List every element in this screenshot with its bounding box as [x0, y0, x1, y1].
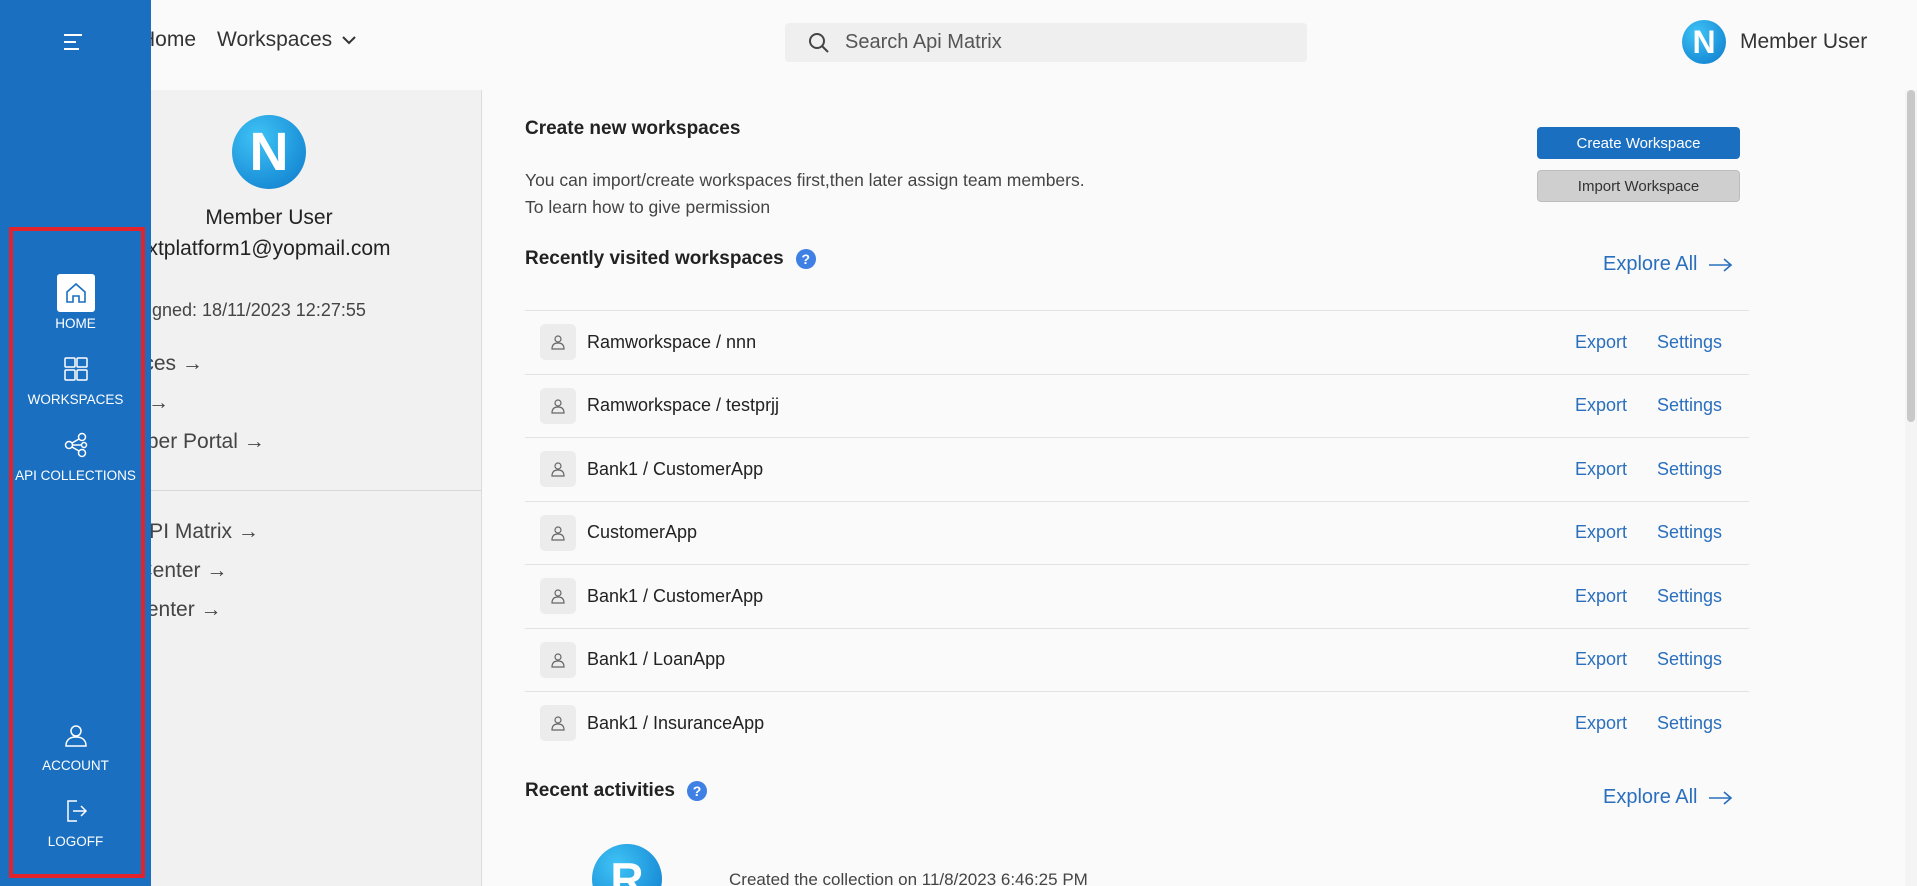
- recent-activities-title: Recent activities ?: [525, 780, 707, 802]
- workspace-name[interactable]: Ramworkspace / testprjj: [587, 395, 779, 416]
- user-icon: [551, 462, 565, 477]
- workspace-name[interactable]: Bank1 / CustomerApp: [587, 586, 763, 607]
- search-icon: [809, 32, 829, 53]
- workspace-row[interactable]: Bank1 / CustomerApp Export Settings: [525, 564, 1749, 628]
- workspace-list: Ramworkspace / nnn Export Settings Ramworks…: [525, 310, 1749, 755]
- workspaces-dropdown-label: Workspaces: [217, 28, 333, 51]
- help-icon[interactable]: ?: [795, 249, 816, 269]
- user-icon: [551, 399, 565, 414]
- create-desc-line2: To learn how to give permission: [525, 197, 771, 217]
- settings-link[interactable]: Settings: [1657, 713, 1722, 734]
- workspace-name[interactable]: Bank1 / InsuranceApp: [587, 713, 764, 734]
- chevron-down-icon: [342, 36, 356, 45]
- user-icon: [551, 653, 565, 668]
- profile-avatar: N: [232, 115, 306, 189]
- create-workspaces-title-text: Create new workspaces: [525, 118, 741, 139]
- workspace-name[interactable]: CustomerApp: [587, 522, 697, 543]
- activity-avatar: R: [592, 844, 662, 886]
- top-header: Home Workspaces N Member User: [0, 0, 1917, 90]
- nav-item-account[interactable]: ACCOUNT: [0, 716, 151, 773]
- export-link[interactable]: Export: [1575, 395, 1627, 416]
- user-menu[interactable]: N Member User: [1682, 20, 1867, 64]
- user-icon: [551, 716, 565, 731]
- create-desc-line1: You can import/create workspaces first,t…: [525, 170, 1085, 190]
- export-link[interactable]: Export: [1575, 649, 1627, 670]
- recent-activities-title-text: Recent activities: [525, 780, 675, 801]
- settings-link[interactable]: Settings: [1657, 395, 1722, 416]
- home-icon: [56, 274, 95, 312]
- profile-avatar-wrap: N: [232, 115, 306, 189]
- workspace-avatar: [540, 514, 576, 551]
- nav-label-home: HOME: [55, 316, 96, 331]
- user-icon: [551, 589, 565, 604]
- workspaces-dropdown[interactable]: Workspaces: [217, 28, 358, 52]
- workspace-avatar: [540, 705, 576, 742]
- explore-all-workspaces-link[interactable]: Explore All: [1603, 253, 1734, 276]
- nav-label-workspaces: WORKSPACES: [27, 392, 124, 407]
- user-name: Member User: [1740, 30, 1868, 53]
- arrow-right-icon: [1708, 790, 1732, 805]
- settings-link[interactable]: Settings: [1657, 649, 1722, 670]
- export-link[interactable]: Export: [1575, 459, 1627, 480]
- workspace-avatar: [540, 451, 576, 488]
- export-link[interactable]: Export: [1575, 586, 1627, 607]
- user-icon: [551, 335, 565, 350]
- workspace-row[interactable]: Ramworkspace / testprjj Export Settings: [525, 373, 1749, 438]
- side-nav: HOME WORKSPACES API COLLECTIONS ACCOUNT …: [0, 0, 151, 886]
- settings-link[interactable]: Settings: [1657, 332, 1722, 353]
- import-workspace-button[interactable]: Import Workspace: [1537, 170, 1740, 202]
- grid-icon: [57, 350, 95, 388]
- nav-item-logoff[interactable]: LOGOFF: [0, 792, 151, 849]
- settings-link[interactable]: Settings: [1657, 522, 1722, 543]
- workspace-row[interactable]: Ramworkspace / nnn Export Settings: [525, 310, 1749, 374]
- hamburger-menu-icon[interactable]: [62, 30, 86, 59]
- explore-all-label: Explore All: [1603, 253, 1698, 275]
- share-nodes-icon: [57, 426, 95, 464]
- export-link[interactable]: Export: [1575, 332, 1627, 353]
- workspace-row[interactable]: Bank1 / LoanApp Export Settings: [525, 627, 1749, 692]
- workspace-row[interactable]: CustomerApp Export Settings: [525, 500, 1749, 565]
- workspace-row[interactable]: Bank1 / CustomerApp Export Settings: [525, 437, 1749, 501]
- explore-all-activities-link[interactable]: Explore All: [1603, 786, 1734, 809]
- scrollbar[interactable]: [1905, 90, 1917, 886]
- user-icon: [551, 526, 565, 541]
- recent-workspaces-title: Recently visited workspaces ?: [525, 248, 816, 270]
- workspace-avatar: [540, 387, 576, 424]
- user-avatar: N: [1682, 20, 1726, 64]
- user-icon: [57, 716, 95, 754]
- workspace-avatar: [540, 578, 576, 615]
- workspace-name[interactable]: Bank1 / CustomerApp: [587, 459, 763, 480]
- export-link[interactable]: Export: [1575, 713, 1627, 734]
- workspace-avatar: [540, 641, 576, 678]
- create-workspace-button[interactable]: Create Workspace: [1537, 127, 1740, 159]
- nav-item-workspaces[interactable]: WORKSPACES: [0, 350, 151, 407]
- nav-label-logoff: LOGOFF: [47, 834, 104, 849]
- workspace-name[interactable]: Bank1 / LoanApp: [587, 649, 725, 670]
- arrow-right-icon: [1708, 257, 1732, 272]
- workspace-avatar: [540, 324, 576, 361]
- explore-all-label: Explore All: [1603, 786, 1698, 808]
- activity-text: Created the collection on 11/8/2023 6:46…: [729, 870, 1088, 886]
- search-bar[interactable]: [785, 23, 1307, 62]
- export-link[interactable]: Export: [1575, 522, 1627, 543]
- nav-label-api-collections: API COLLECTIONS: [15, 468, 136, 483]
- recent-workspaces-title-text: Recently visited workspaces: [525, 248, 784, 269]
- last-signed-text: st signed: 18/11/2023 12:27:55: [120, 300, 366, 320]
- help-icon[interactable]: ?: [686, 781, 707, 801]
- logout-icon: [57, 792, 95, 830]
- main-content: Create new workspaces You can import/cre…: [483, 90, 1917, 886]
- settings-link[interactable]: Settings: [1657, 459, 1722, 480]
- nav-label-account: ACCOUNT: [42, 758, 109, 773]
- nav-item-api-collections[interactable]: API COLLECTIONS: [0, 426, 151, 483]
- search-input[interactable]: [845, 31, 1285, 54]
- create-workspaces-title: Create new workspaces: [525, 118, 740, 140]
- settings-link[interactable]: Settings: [1657, 586, 1722, 607]
- workspace-row[interactable]: Bank1 / InsuranceApp Export Settings: [525, 691, 1749, 755]
- workspace-name[interactable]: Ramworkspace / nnn: [587, 332, 756, 353]
- nav-item-home[interactable]: HOME: [0, 274, 151, 331]
- scrollbar-thumb[interactable]: [1907, 90, 1915, 422]
